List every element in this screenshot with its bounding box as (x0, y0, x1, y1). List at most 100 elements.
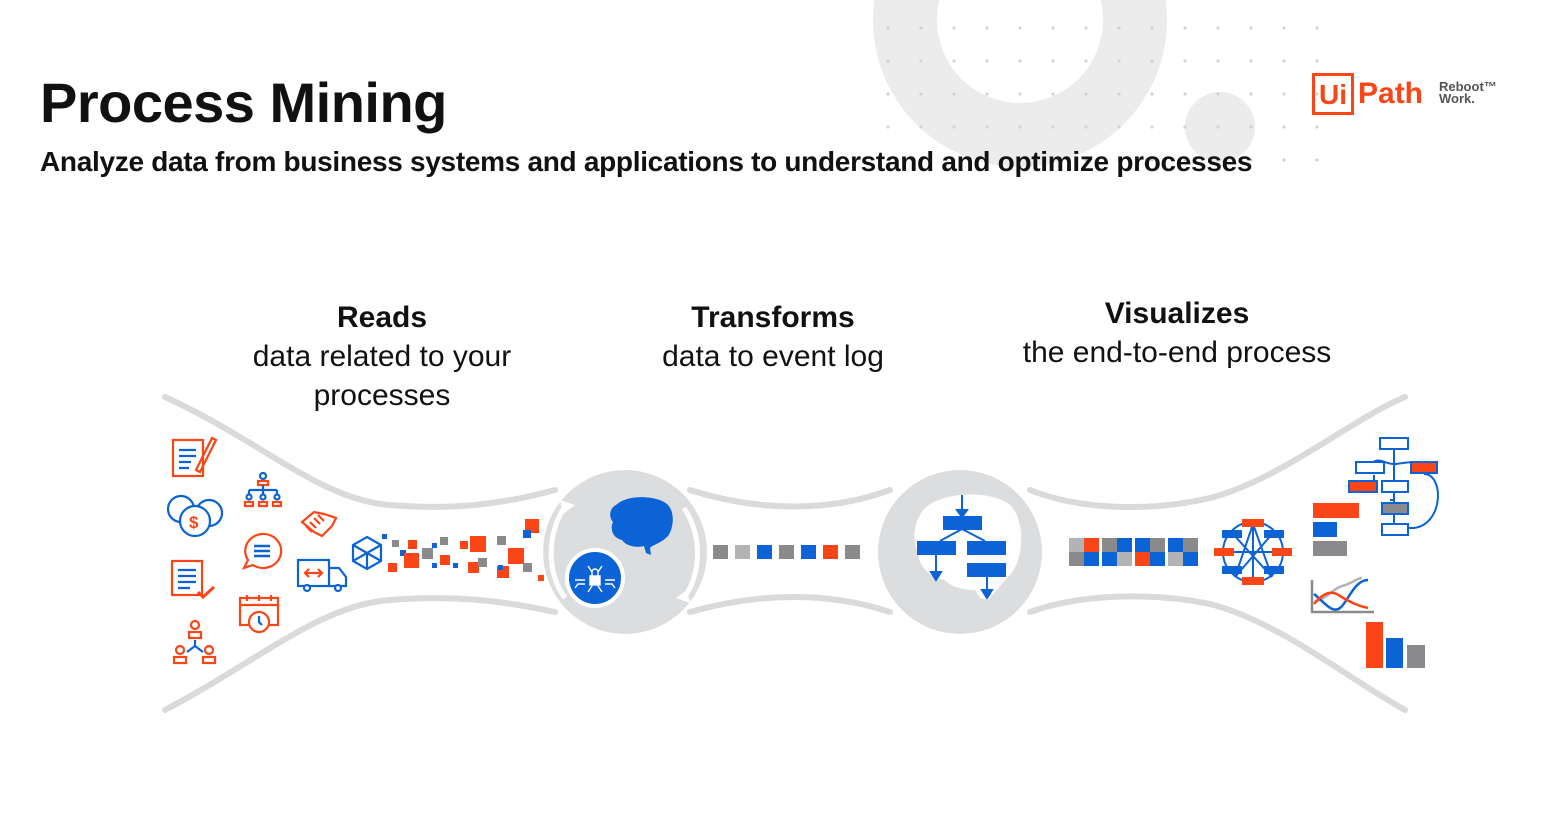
matrix-tile-cell (1084, 552, 1099, 566)
event-log-square (823, 545, 838, 559)
bg-dot (1249, 59, 1253, 63)
bg-dot (886, 125, 890, 129)
process-map-icon (1348, 437, 1439, 536)
matrix-tile-cell (1117, 538, 1132, 552)
stage-heading: Visualizes (1104, 297, 1250, 330)
bg-dot (1150, 26, 1154, 30)
stage-transforms-label: Transforms data to event log (623, 298, 923, 376)
bg-dot (1150, 125, 1154, 129)
bg-dot (919, 59, 923, 63)
checklist-icon (170, 559, 216, 600)
transform-sphere (543, 470, 707, 634)
bg-dot (886, 59, 890, 63)
stage-reads-label: Reads data related to your processes (232, 298, 532, 415)
event-log-square (845, 545, 860, 559)
handshake-icon (300, 510, 338, 538)
bg-dot (1315, 26, 1319, 30)
data-fragment-square (498, 565, 503, 570)
stage-description-line1: data related to your (252, 340, 512, 373)
bar-chart-horizontal-icon (1313, 503, 1359, 556)
bg-dot (1018, 59, 1022, 63)
matrix-tile-cell (1135, 538, 1150, 552)
data-fragment-square (422, 548, 433, 559)
bg-dot (1117, 26, 1121, 30)
logo-brand-box: Ui (1312, 73, 1354, 115)
bg-dot (1282, 26, 1286, 30)
network-graph-icon (1214, 519, 1292, 585)
bg-dot (985, 26, 989, 30)
bg-dot (985, 125, 989, 129)
bg-dot (1183, 125, 1187, 129)
bg-dot (1117, 125, 1121, 129)
bg-dot (1282, 125, 1286, 129)
data-fragment-square (432, 543, 437, 548)
data-fragment-square (440, 555, 450, 565)
bg-dot (1216, 92, 1220, 96)
event-log-square (757, 545, 772, 559)
bg-dot (1315, 158, 1319, 162)
page-title: Process Mining (40, 71, 447, 134)
logo-tagline: Reboot™ Work. (1439, 80, 1497, 105)
data-fragment-square (460, 541, 468, 549)
matrix-tile-cell (1117, 552, 1132, 566)
matrix-tile-cell (1069, 552, 1084, 566)
bg-dot (1051, 125, 1055, 129)
bg-dot (952, 125, 956, 129)
data-fragment-square (432, 563, 437, 568)
event-log-square (713, 545, 728, 559)
data-fragment-square (523, 563, 532, 572)
cube-icon (351, 535, 383, 571)
matrix-tile-cell (1084, 538, 1099, 552)
data-fragment-square (440, 537, 448, 545)
matrix-tile-cell (1069, 538, 1084, 552)
page-subtitle: Analyze data from business systems and a… (40, 146, 1253, 177)
logo-brand-word: Path (1358, 77, 1424, 110)
event-log-square (801, 545, 816, 559)
currency-coins-icon: $ (166, 494, 224, 538)
bg-dot (1216, 59, 1220, 63)
stage-description-line1: the end-to-end process (1022, 336, 1332, 369)
bg-dot (919, 125, 923, 129)
chat-bubble-icon (241, 532, 283, 570)
bg-dot (952, 92, 956, 96)
bg-dot (1084, 59, 1088, 63)
bg-dot (1249, 26, 1253, 30)
bg-dot (1249, 125, 1253, 129)
bg-dot (1150, 59, 1154, 63)
data-fragment-square (508, 548, 524, 564)
bg-dot (1216, 125, 1220, 129)
bar-chart-vertical-icon (1366, 622, 1425, 668)
bg-dot (886, 92, 890, 96)
org-chart-icon (243, 471, 283, 508)
visualize-sphere (878, 470, 1042, 634)
data-fragment-square (408, 540, 417, 549)
bg-dot (1018, 26, 1022, 30)
event-log-square (779, 545, 794, 559)
bg-dot (1117, 92, 1121, 96)
data-fragment-squares (382, 519, 544, 581)
data-fragment-square (392, 540, 399, 547)
bg-dot (1084, 92, 1088, 96)
matrix-tile-cell (1102, 538, 1117, 552)
bg-dot (1315, 59, 1319, 63)
data-fragment-square (404, 553, 419, 568)
bg-dot (1051, 59, 1055, 63)
bg-dot (919, 26, 923, 30)
bg-dot (1282, 59, 1286, 63)
event-log-square (735, 545, 750, 559)
data-fragment-square (538, 575, 544, 581)
delivery-truck-icon (296, 558, 348, 593)
line-chart-icon (1310, 576, 1374, 614)
stage-heading: Transforms (691, 301, 855, 334)
bg-dot (1282, 158, 1286, 162)
bg-dot (952, 59, 956, 63)
bg-dot (1084, 26, 1088, 30)
stage-visualizes-label: Visualizes the end-to-end process (1002, 294, 1352, 372)
data-fragment-square (478, 558, 487, 567)
team-icon (172, 619, 217, 665)
bg-dot (1084, 125, 1088, 129)
data-fragment-square (523, 530, 531, 538)
svg-text:$: $ (189, 513, 199, 532)
data-fragment-square (468, 562, 479, 573)
matrix-tile-cell (1150, 538, 1165, 552)
